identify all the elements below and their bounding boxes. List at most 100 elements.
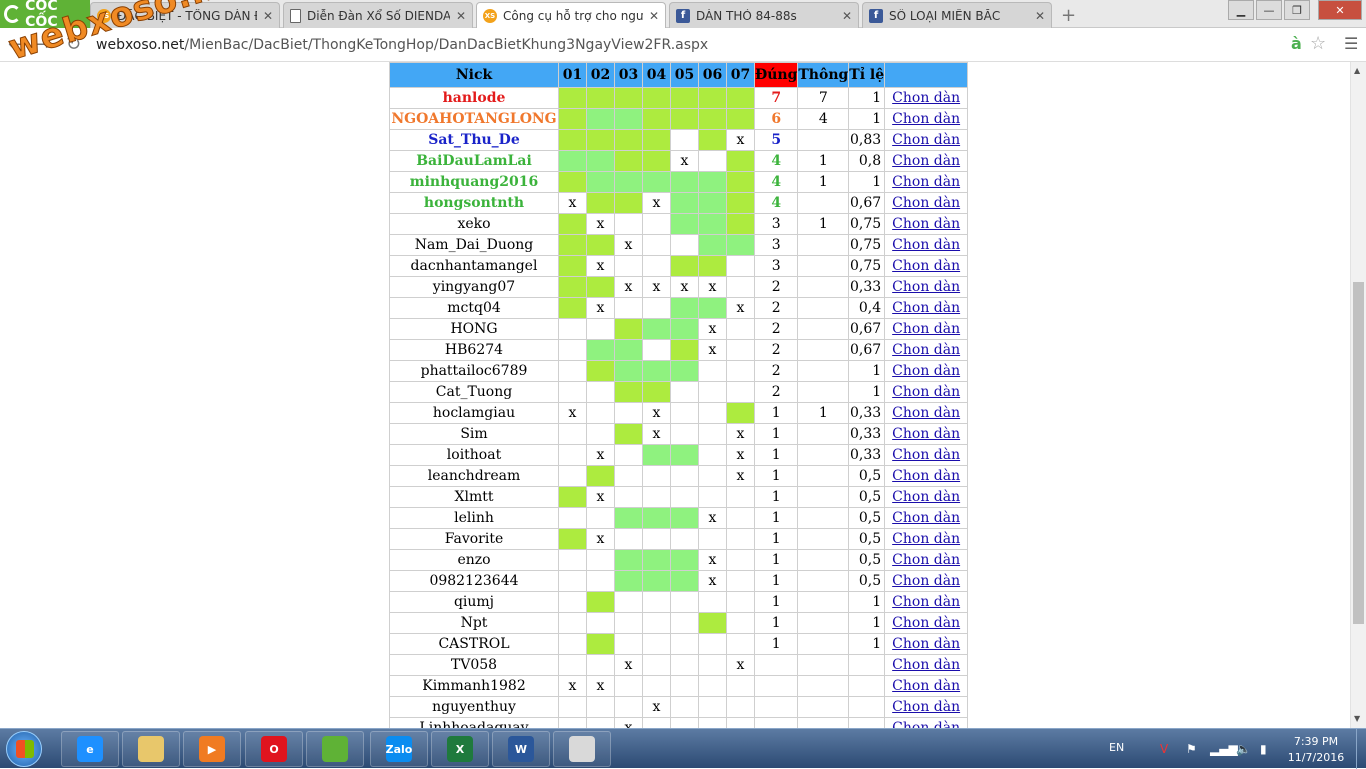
chon-dan-link[interactable]: Chon dàn bbox=[884, 276, 969, 298]
restore-button[interactable]: — bbox=[1256, 0, 1282, 20]
taskbar-app-file-explorer[interactable] bbox=[122, 731, 180, 767]
day-cell bbox=[698, 675, 727, 697]
day-cell: x bbox=[698, 507, 727, 529]
chon-dan-link[interactable]: Chon dàn bbox=[884, 486, 969, 508]
chon-dan-link[interactable]: Chon dàn bbox=[884, 423, 969, 445]
chon-dan-link[interactable]: Chon dàn bbox=[884, 297, 969, 319]
language-indicator[interactable]: EN bbox=[1109, 741, 1124, 754]
day-cell: x bbox=[614, 276, 643, 298]
extension-icon[interactable]: à bbox=[1291, 34, 1302, 53]
chon-dan-link[interactable]: Chon dàn bbox=[884, 87, 969, 109]
tab-close-icon[interactable]: ✕ bbox=[263, 9, 273, 23]
clock[interactable]: 7:39 PM 11/7/2016 bbox=[1284, 734, 1348, 766]
day-cell bbox=[726, 213, 755, 235]
address-bar[interactable]: webxoso.net/MienBac/DacBiet/ThongKeTongH… bbox=[96, 33, 1286, 57]
tab-close-icon[interactable]: ✕ bbox=[1035, 9, 1045, 23]
chon-dan-link[interactable]: Chon dàn bbox=[884, 507, 969, 529]
new-tab-button[interactable]: + bbox=[1061, 5, 1076, 26]
menu-icon[interactable]: ☰ bbox=[1344, 34, 1358, 53]
day-cell bbox=[698, 696, 727, 718]
tab-close-icon[interactable]: ✕ bbox=[456, 9, 466, 23]
tab-close-icon[interactable]: ✕ bbox=[649, 9, 659, 23]
taskbar-app-word[interactable]: W bbox=[492, 731, 550, 767]
forward-arrow-icon[interactable]: → bbox=[36, 34, 51, 55]
chon-dan-link[interactable]: Chon dàn bbox=[884, 381, 969, 403]
taskbar-app-zalo[interactable]: Zalo bbox=[370, 731, 428, 767]
day-cell bbox=[558, 255, 587, 277]
chon-dan-link[interactable]: Chon dàn bbox=[884, 591, 969, 613]
taskbar-app-paint[interactable] bbox=[553, 731, 611, 767]
taskbar-app-coccoc[interactable] bbox=[306, 731, 364, 767]
taskbar-app-internet-explorer[interactable]: e bbox=[61, 731, 119, 767]
chon-dan-link[interactable]: Chon dàn bbox=[884, 654, 969, 676]
chon-dan-link[interactable]: Chon dàn bbox=[884, 108, 969, 130]
day-cell: x bbox=[726, 444, 755, 466]
table-row: enzo x 1 0,5 Chon dàn bbox=[389, 549, 969, 571]
tray-flag-icon[interactable]: ⚑ bbox=[1186, 742, 1197, 756]
chon-dan-link[interactable]: Chon dàn bbox=[884, 633, 969, 655]
chon-dan-link[interactable]: Chon dàn bbox=[884, 234, 969, 256]
volume-icon[interactable]: 🔈 bbox=[1236, 742, 1251, 756]
chon-dan-link[interactable]: Chon dàn bbox=[884, 150, 969, 172]
nick-cell: nguyenthuy bbox=[389, 696, 559, 718]
tile-cell bbox=[848, 717, 886, 728]
chon-dan-link[interactable]: Chon dàn bbox=[884, 192, 969, 214]
chon-dan-link[interactable]: Chon dàn bbox=[884, 171, 969, 193]
taskbar-app-excel[interactable]: X bbox=[431, 731, 489, 767]
antivirus-icon[interactable]: V bbox=[1160, 742, 1168, 756]
nick-cell: Cat_Tuong bbox=[389, 381, 559, 403]
battery-icon[interactable]: ▮ bbox=[1260, 742, 1267, 756]
taskbar-app-media-player[interactable]: ▶ bbox=[183, 731, 241, 767]
chon-dan-link[interactable]: Chon dàn bbox=[884, 675, 969, 697]
dung-cell: 4 bbox=[753, 171, 799, 193]
chon-dan-link[interactable]: Chon dàn bbox=[884, 528, 969, 550]
day-cell bbox=[698, 633, 727, 655]
back-arrow-icon[interactable]: ← bbox=[8, 34, 23, 55]
table-row: Sim x x 1 0,33 Chon dàn bbox=[389, 423, 969, 445]
scroll-down-arrow-icon[interactable]: ▼ bbox=[1354, 714, 1360, 723]
dung-cell: 3 bbox=[753, 255, 799, 277]
chon-dan-link[interactable]: Chon dàn bbox=[884, 339, 969, 361]
tab-close-icon[interactable]: ✕ bbox=[842, 9, 852, 23]
chon-dan-link[interactable]: Chon dàn bbox=[884, 444, 969, 466]
chon-dan-link[interactable]: Chon dàn bbox=[884, 360, 969, 382]
dung-cell: 1 bbox=[753, 507, 799, 529]
page-scrollbar[interactable]: ▲ ▼ bbox=[1350, 62, 1366, 728]
browser-tab[interactable]: f SỐ LOẠI MIỀN BẮC ✕ bbox=[862, 2, 1052, 28]
day-cell bbox=[698, 171, 727, 193]
start-button[interactable] bbox=[6, 731, 42, 767]
tile-cell: 0,8 bbox=[848, 150, 886, 172]
close-window-button[interactable]: ✕ bbox=[1318, 0, 1362, 20]
chon-dan-link[interactable]: Chon dàn bbox=[884, 213, 969, 235]
chon-dan-link[interactable]: Chon dàn bbox=[884, 570, 969, 592]
scroll-thumb[interactable] bbox=[1353, 282, 1364, 624]
chon-dan-link[interactable]: Chon dàn bbox=[884, 612, 969, 634]
browser-tab[interactable]: XS Công cụ hỗ trợ cho người ✕ bbox=[476, 2, 666, 28]
minimize-button[interactable]: ▁ bbox=[1228, 0, 1254, 20]
nick-cell: Xlmtt bbox=[389, 486, 559, 508]
network-signal-icon[interactable]: ▂▄▆ bbox=[1210, 742, 1238, 756]
chon-dan-link[interactable]: Chon dàn bbox=[884, 696, 969, 718]
chon-dan-link[interactable]: Chon dàn bbox=[884, 402, 969, 424]
chon-dan-link[interactable]: Chon dàn bbox=[884, 465, 969, 487]
maximize-button[interactable]: ❐ bbox=[1284, 0, 1310, 20]
show-desktop-button[interactable] bbox=[1356, 729, 1366, 769]
coccoc-logo[interactable]: CỐC CỐC bbox=[0, 0, 90, 30]
browser-tab[interactable]: XS ĐẶC BIỆT - TỔNG DÀN ĐẶ ✕ bbox=[90, 2, 280, 28]
scroll-up-arrow-icon[interactable]: ▲ bbox=[1354, 66, 1360, 75]
chon-dan-link[interactable]: Chon dàn bbox=[884, 255, 969, 277]
tile-cell: 0,67 bbox=[848, 318, 886, 340]
chon-dan-link[interactable]: Chon dàn bbox=[884, 549, 969, 571]
chon-dan-link[interactable]: Chon dàn bbox=[884, 717, 969, 728]
chon-dan-link[interactable]: Chon dàn bbox=[884, 318, 969, 340]
day-cell bbox=[698, 234, 727, 256]
day-cell bbox=[614, 633, 643, 655]
thong-cell: 1 bbox=[797, 150, 850, 172]
reload-icon[interactable]: ↻ bbox=[66, 34, 81, 55]
bookmark-star-icon[interactable]: ☆ bbox=[1310, 33, 1326, 54]
browser-tab[interactable]: Diễn Đàn Xổ Số DIENDAN ✕ bbox=[283, 2, 473, 28]
chon-dan-link[interactable]: Chon dàn bbox=[884, 129, 969, 151]
day-cell bbox=[614, 696, 643, 718]
taskbar-app-opera[interactable]: O bbox=[245, 731, 303, 767]
browser-tab[interactable]: f DÀN THỎ 84-88s ✕ bbox=[669, 2, 859, 28]
